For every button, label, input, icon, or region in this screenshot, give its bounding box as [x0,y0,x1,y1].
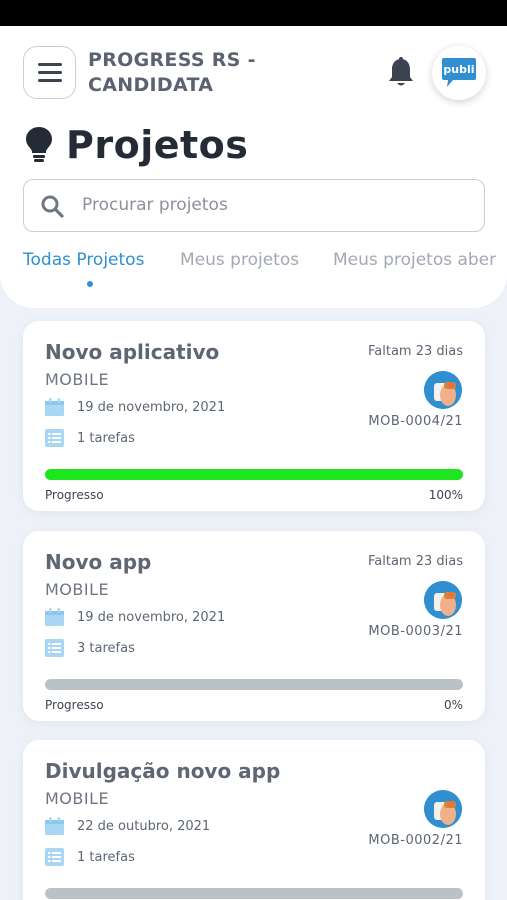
page-title: Projetos [66,123,249,167]
project-date-row: 22 de outubro, 2021 [45,817,210,835]
project-name: Novo aplicativo [45,340,220,364]
active-tab-indicator [87,281,93,287]
member-avatar[interactable] [424,581,462,619]
hamburger-icon [37,63,62,66]
progress-fill [45,469,463,480]
project-code: MOB-0004/21 [368,414,463,429]
project-deadline: Faltam 23 dias [368,554,463,569]
lightbulb-icon [26,127,52,162]
logo-icon: publi [442,58,476,87]
svg-text:publi: publi [443,63,474,76]
project-tasks-row: 1 tarefas [45,848,135,866]
project-date-row: 19 de novembro, 2021 [45,608,225,626]
project-card[interactable]: Divulgação novo app MOBILE MOB-0002/21 2… [23,740,485,900]
project-category: MOBILE [45,580,110,599]
project-category: MOBILE [45,370,110,389]
progress-label: Progresso [45,698,104,712]
project-tasks-row: 3 tarefas [45,639,135,657]
project-tasks-row: 1 tarefas [45,429,135,447]
bell-icon[interactable] [386,56,416,90]
project-date: 19 de novembro, 2021 [77,399,226,415]
user-avatar[interactable]: publi [432,46,486,100]
project-date: 22 de outubro, 2021 [77,818,211,834]
project-tasks: 1 tarefas [77,849,135,865]
search-input[interactable] [82,190,472,220]
progress-value: 100% [428,488,463,502]
tab-all-projects[interactable]: Todas Projetos [23,250,144,270]
project-card[interactable]: Novo aplicativo MOBILE Faltam 23 dias MO… [23,321,485,511]
project-date: 19 de novembro, 2021 [77,609,226,625]
project-deadline: Faltam 23 dias [368,344,463,359]
logo-text: publ [443,63,470,76]
logo-text-tail: i [471,63,475,76]
app-title: PROGRESS RS - CANDIDATA [88,49,256,96]
tab-my-projects[interactable]: Meus projetos [180,250,299,270]
tab-my-open-projects[interactable]: Meus projetos aber [333,250,496,270]
search-icon [41,195,64,218]
progress-bar [45,679,463,690]
progress-label: Progresso [45,488,104,502]
person-avatar-icon [424,790,462,828]
calendar-icon [45,817,64,835]
member-avatar[interactable] [424,371,462,409]
project-category: MOBILE [45,789,110,808]
progress-bar [45,888,463,899]
calendar-icon [45,398,64,416]
person-avatar-icon [424,371,462,409]
menu-button[interactable] [23,46,76,99]
project-card[interactable]: Novo app MOBILE Faltam 23 dias MOB-0003/… [23,531,485,721]
member-avatar[interactable] [424,790,462,828]
progress-bar [45,469,463,480]
list-icon [45,429,64,447]
progress-value: 0% [443,698,463,712]
project-code: MOB-0003/21 [368,624,463,639]
list-icon [45,848,64,866]
search-box[interactable] [23,179,485,232]
project-tasks: 3 tarefas [77,640,135,656]
status-bar [0,0,507,26]
page-header: Projetos [24,120,248,170]
project-tasks: 1 tarefas [77,430,135,446]
project-code: MOB-0002/21 [368,833,463,848]
calendar-icon [45,608,64,626]
project-name: Novo app [45,550,152,574]
person-avatar-icon [424,581,462,619]
list-icon [45,639,64,657]
project-name: Divulgação novo app [45,759,281,783]
tab-bar: Todas Projetos Meus projetos Meus projet… [23,250,507,280]
project-date-row: 19 de novembro, 2021 [45,398,225,416]
